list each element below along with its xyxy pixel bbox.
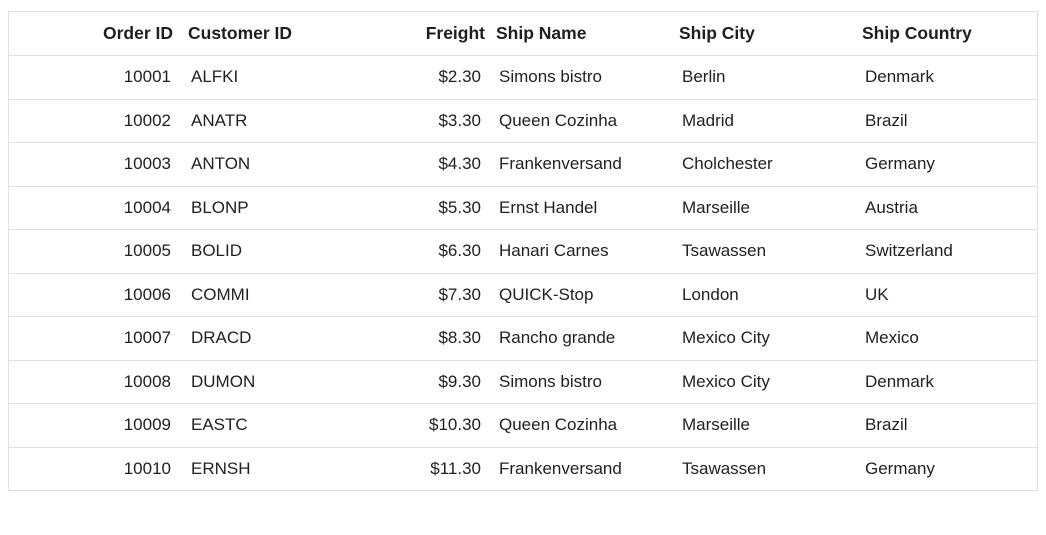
cell-ship-country[interactable]: Denmark — [857, 372, 1037, 392]
cell-order-id[interactable]: 10003 — [9, 154, 179, 174]
cell-order-id[interactable]: 10001 — [9, 67, 179, 87]
table-row[interactable]: 10008 DUMON $9.30 Simons bistro Mexico City D… — [9, 359, 1037, 404]
cell-ship-city[interactable]: Cholchester — [674, 154, 857, 174]
cell-order-id[interactable]: 10010 — [9, 459, 179, 479]
cell-order-id[interactable]: 10005 — [9, 241, 179, 261]
cell-order-id[interactable]: 10007 — [9, 328, 179, 348]
cell-freight[interactable]: $7.30 — [329, 285, 491, 305]
cell-order-id[interactable]: 10006 — [9, 285, 179, 305]
table-row[interactable]: 10010 ERNSH $11.30 Frankenversand Tsawassen G… — [9, 446, 1037, 491]
column-header-freight[interactable]: Freight — [329, 23, 491, 44]
cell-customer-id[interactable]: DUMON — [179, 372, 329, 392]
cell-ship-country[interactable]: UK — [857, 285, 1037, 305]
cell-ship-city[interactable]: Mexico City — [674, 328, 857, 348]
cell-ship-country[interactable]: Germany — [857, 459, 1037, 479]
column-header-ship-country[interactable]: Ship Country — [857, 23, 1037, 44]
column-header-ship-name[interactable]: Ship Name — [491, 23, 674, 44]
cell-ship-country[interactable]: Brazil — [857, 415, 1037, 435]
cell-freight[interactable]: $11.30 — [329, 459, 491, 479]
table-row[interactable]: 10002 ANATR $3.30 Queen Cozinha Madrid Brazil — [9, 98, 1037, 143]
cell-ship-name[interactable]: Ernst Handel — [491, 198, 674, 218]
cell-customer-id[interactable]: BLONP — [179, 198, 329, 218]
cell-ship-name[interactable]: QUICK-Stop — [491, 285, 674, 305]
cell-customer-id[interactable]: BOLID — [179, 241, 329, 261]
cell-customer-id[interactable]: ERNSH — [179, 459, 329, 479]
cell-ship-name[interactable]: Queen Cozinha — [491, 111, 674, 131]
cell-customer-id[interactable]: ANTON — [179, 154, 329, 174]
cell-order-id[interactable]: 10004 — [9, 198, 179, 218]
cell-freight[interactable]: $5.30 — [329, 198, 491, 218]
cell-freight[interactable]: $9.30 — [329, 372, 491, 392]
cell-customer-id[interactable]: EASTC — [179, 415, 329, 435]
cell-ship-city[interactable]: Marseille — [674, 198, 857, 218]
cell-ship-city[interactable]: Marseille — [674, 415, 857, 435]
cell-customer-id[interactable]: DRACD — [179, 328, 329, 348]
cell-ship-name[interactable]: Hanari Carnes — [491, 241, 674, 261]
cell-ship-name[interactable]: Rancho grande — [491, 328, 674, 348]
cell-customer-id[interactable]: COMMI — [179, 285, 329, 305]
cell-ship-name[interactable]: Frankenversand — [491, 459, 674, 479]
cell-ship-city[interactable]: Tsawassen — [674, 459, 857, 479]
table-row[interactable]: 10004 BLONP $5.30 Ernst Handel Marseille Aust… — [9, 185, 1037, 230]
cell-ship-country[interactable]: Switzerland — [857, 241, 1037, 261]
cell-ship-country[interactable]: Mexico — [857, 328, 1037, 348]
cell-ship-name[interactable]: Simons bistro — [491, 372, 674, 392]
cell-ship-country[interactable]: Austria — [857, 198, 1037, 218]
table-row[interactable]: 10003 ANTON $4.30 Frankenversand Cholchester… — [9, 142, 1037, 186]
cell-freight[interactable]: $10.30 — [329, 415, 491, 435]
table-row[interactable]: 10007 DRACD $8.30 Rancho grande Mexico City M… — [9, 316, 1037, 360]
column-header-order-id[interactable]: Order ID — [9, 23, 179, 44]
cell-order-id[interactable]: 10008 — [9, 372, 179, 392]
cell-ship-city[interactable]: Tsawassen — [674, 241, 857, 261]
cell-ship-name[interactable]: Frankenversand — [491, 154, 674, 174]
cell-freight[interactable]: $6.30 — [329, 241, 491, 261]
cell-freight[interactable]: $8.30 — [329, 328, 491, 348]
cell-customer-id[interactable]: ALFKI — [179, 67, 329, 87]
cell-customer-id[interactable]: ANATR — [179, 111, 329, 131]
cell-order-id[interactable]: 10009 — [9, 415, 179, 435]
cell-order-id[interactable]: 10002 — [9, 111, 179, 131]
cell-ship-city[interactable]: Berlin — [674, 67, 857, 87]
table-row[interactable]: 10009 EASTC $10.30 Queen Cozinha Marseille Br… — [9, 403, 1037, 447]
grid-header-row: Order ID Customer ID Freight Ship Name S… — [9, 12, 1037, 55]
cell-ship-name[interactable]: Queen Cozinha — [491, 415, 674, 435]
cell-freight[interactable]: $3.30 — [329, 111, 491, 131]
cell-ship-country[interactable]: Brazil — [857, 111, 1037, 131]
cell-ship-name[interactable]: Simons bistro — [491, 67, 674, 87]
cell-ship-city[interactable]: Mexico City — [674, 372, 857, 392]
column-header-ship-city[interactable]: Ship City — [674, 23, 857, 44]
table-row[interactable]: 10005 BOLID $6.30 Hanari Carnes Tsawassen Swi… — [9, 229, 1037, 273]
table-row[interactable]: 10006 COMMI $7.30 QUICK-Stop London UK — [9, 272, 1037, 317]
table-row[interactable]: 10001 ALFKI $2.30 Simons bistro Berlin Denmar… — [9, 55, 1037, 99]
cell-freight[interactable]: $4.30 — [329, 154, 491, 174]
grid-body: 10001 ALFKI $2.30 Simons bistro Berlin Denmar… — [9, 55, 1037, 490]
cell-ship-country[interactable]: Germany — [857, 154, 1037, 174]
cell-ship-city[interactable]: Madrid — [674, 111, 857, 131]
cell-ship-city[interactable]: London — [674, 285, 857, 305]
column-header-customer-id[interactable]: Customer ID — [179, 23, 329, 44]
cell-freight[interactable]: $2.30 — [329, 67, 491, 87]
data-grid: Order ID Customer ID Freight Ship Name S… — [8, 11, 1038, 491]
cell-ship-country[interactable]: Denmark — [857, 67, 1037, 87]
